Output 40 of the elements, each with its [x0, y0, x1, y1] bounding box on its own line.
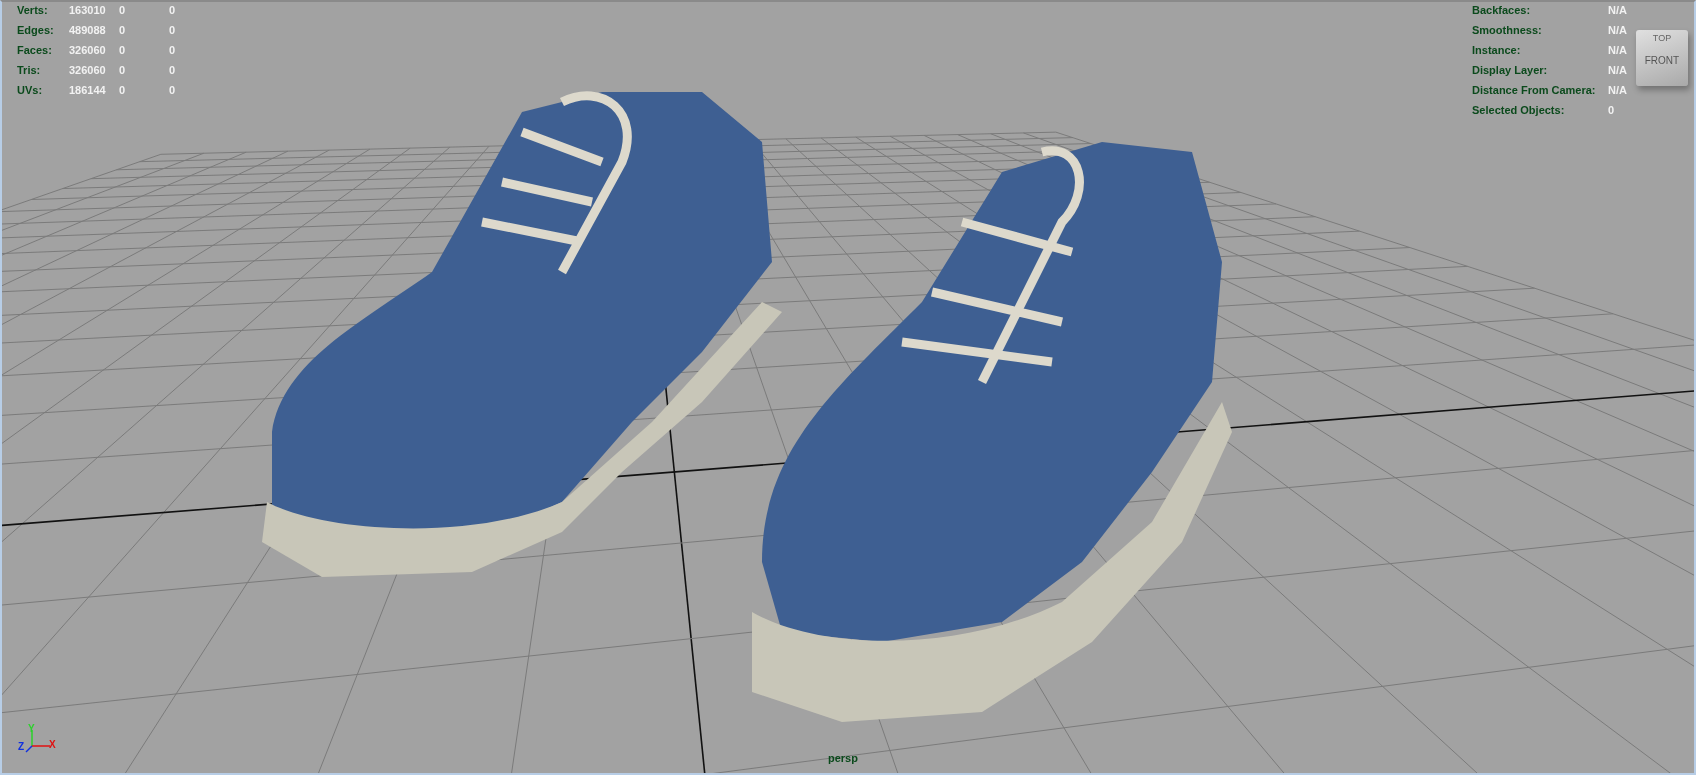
info-label: Distance From Camera: — [1472, 83, 1597, 97]
stat-value: 163010 — [69, 3, 107, 17]
stat-value: 0 — [119, 43, 127, 57]
view-cube[interactable]: TOP FRONT — [1636, 30, 1688, 86]
info-value: N/A — [1608, 3, 1628, 17]
stat-value: 0 — [119, 63, 127, 77]
info-value: N/A — [1608, 63, 1628, 77]
stat-value: 0 — [119, 23, 127, 37]
info-value: N/A — [1608, 83, 1628, 97]
stat-value: 0 — [119, 83, 127, 97]
stat-label: Faces: — [17, 43, 53, 57]
stat-value: 0 — [119, 3, 127, 17]
info-value: N/A — [1608, 23, 1628, 37]
y-axis-label: Y — [28, 724, 35, 734]
info-label: Display Layer: — [1472, 63, 1549, 77]
info-value: N/A — [1608, 43, 1628, 57]
z-axis-label: Z — [18, 742, 25, 752]
info-label: Backfaces: — [1472, 3, 1532, 17]
info-label: Selected Objects: — [1472, 103, 1566, 117]
stat-value: 326060 — [69, 63, 107, 77]
stat-value: 0 — [169, 63, 177, 77]
stat-label: Tris: — [17, 63, 42, 77]
stat-value: 0 — [169, 3, 177, 17]
viewport[interactable] — [0, 0, 1696, 775]
info-label: Smoothness: — [1472, 23, 1543, 37]
info-label: Instance: — [1472, 43, 1522, 57]
cube-top-label: TOP — [1652, 33, 1672, 43]
stat-value: 186144 — [69, 83, 107, 97]
stat-label: UVs: — [17, 83, 44, 97]
info-value: 0 — [1608, 103, 1616, 117]
stat-label: Verts: — [17, 3, 49, 17]
x-axis-label: X — [49, 740, 56, 750]
stat-label: Edges: — [17, 23, 55, 37]
stat-value: 0 — [169, 83, 177, 97]
stat-value: 0 — [169, 23, 177, 37]
camera-name: persp — [828, 752, 858, 764]
stat-value: 326060 — [69, 43, 107, 57]
stat-value: 489088 — [69, 23, 107, 37]
stat-value: 0 — [169, 43, 177, 57]
cube-front-label: FRONT — [1644, 55, 1680, 66]
